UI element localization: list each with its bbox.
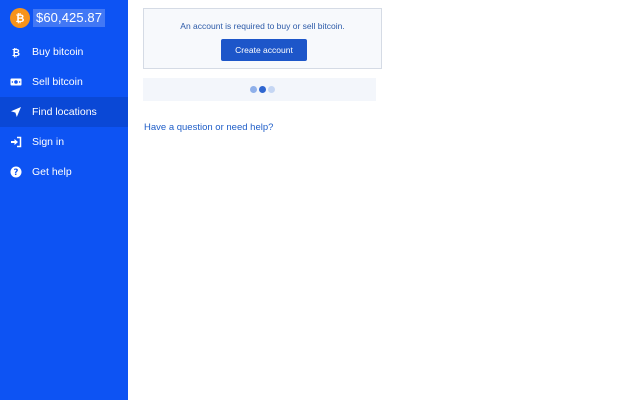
help-link[interactable]: Have a question or need help?	[144, 122, 273, 133]
loading-dot	[268, 86, 275, 93]
sidebar-item-label: Buy bitcoin	[32, 46, 84, 58]
sidebar: ₿ $60,425.87 ₿ Buy bitcoin Sell bitcoin …	[0, 0, 128, 400]
sidebar-item-buy-bitcoin[interactable]: ₿ Buy bitcoin	[0, 37, 128, 67]
create-account-button[interactable]: Create account	[221, 39, 307, 61]
svg-text:?: ?	[14, 168, 19, 178]
loading-dot	[250, 86, 257, 93]
sidebar-item-find-locations[interactable]: Find locations	[0, 97, 128, 127]
svg-text:₿: ₿	[16, 12, 25, 24]
sidebar-item-sign-in[interactable]: Sign in	[0, 127, 128, 157]
svg-text:₿: ₿	[12, 47, 20, 58]
account-required-card: An account is required to buy or sell bi…	[143, 8, 382, 69]
sidebar-item-get-help[interactable]: ? Get help	[0, 157, 128, 187]
app-window: ₿ $60,425.87 ₿ Buy bitcoin Sell bitcoin …	[0, 0, 640, 400]
sidebar-nav: ₿ Buy bitcoin Sell bitcoin Find location…	[0, 37, 128, 187]
sidebar-item-sell-bitcoin[interactable]: Sell bitcoin	[0, 67, 128, 97]
cash-icon	[10, 76, 22, 88]
sign-in-icon	[10, 136, 22, 148]
bitcoin-logo-icon: ₿	[10, 8, 30, 28]
loading-indicator	[143, 78, 376, 101]
sidebar-item-label: Sign in	[32, 136, 65, 148]
location-arrow-icon	[10, 106, 22, 118]
sidebar-item-label: Sell bitcoin	[32, 76, 83, 88]
question-circle-icon: ?	[10, 166, 22, 178]
brand-header: ₿ $60,425.87	[10, 8, 106, 28]
sidebar-item-label: Find locations	[32, 106, 97, 118]
sidebar-item-label: Get help	[32, 166, 72, 178]
account-required-message: An account is required to buy or sell bi…	[180, 21, 345, 31]
bitcoin-price: $60,425.87	[33, 9, 106, 27]
bitcoin-symbol-icon: ₿	[10, 46, 22, 58]
loading-dot	[259, 86, 266, 93]
